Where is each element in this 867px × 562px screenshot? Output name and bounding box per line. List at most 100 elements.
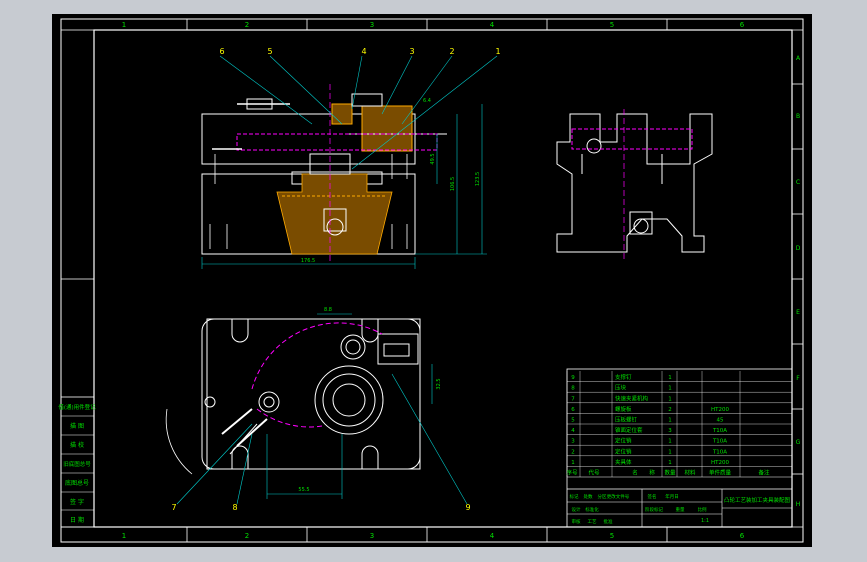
parts-cell-no: 4 — [571, 428, 575, 434]
left-panel-cell-6: 日 期 — [70, 516, 84, 524]
drawing-title: 凸轮工艺装加工夹具装配图 — [724, 496, 791, 504]
zone-row-B: B — [796, 113, 800, 120]
parts-header-cell: 材料 — [684, 469, 696, 477]
zone-row-H: H — [796, 501, 801, 508]
left-panel-cell-1: 描 图 — [70, 422, 84, 430]
parts-header-cell: 代号 — [588, 469, 600, 477]
title-block-cell: 审核 — [572, 518, 581, 525]
zone-col-2-top: 2 — [245, 21, 249, 29]
parts-cell-qty: 1 — [668, 386, 672, 392]
parts-row: 5 压板螺钉 1 45 — [567, 416, 792, 425]
callout-5: 5 — [267, 47, 272, 56]
callout-3: 3 — [409, 47, 414, 56]
zone-col-4-top: 4 — [490, 21, 495, 29]
zone-col-5-bottom: 5 — [610, 532, 614, 540]
parts-header-cell: 名 — [632, 469, 638, 477]
parts-row: 2 定位销 1 T10A — [567, 447, 792, 456]
title-block-cell: 标准化 — [585, 506, 599, 513]
zone-col-1-bottom: 1 — [122, 532, 126, 540]
plan-view — [165, 318, 421, 475]
hatched-body-section — [276, 173, 393, 255]
leaders-top — [219, 55, 498, 170]
parts-cell-no: 3 — [571, 439, 575, 445]
title-block: 凸轮工艺装加工夹具装配图 1:1 标记 处数 分区 更改文件号 签名 年月日设计 标准化 阶段… — [567, 488, 792, 527]
parts-cell-qty: 1 — [668, 449, 672, 455]
left-panel-cell-3: 旧底图总号 — [63, 460, 91, 468]
parts-header-cell: 序号 — [566, 469, 578, 477]
parts-cell-no: 6 — [571, 407, 575, 413]
dim-height-inner: 49.5 — [430, 153, 436, 164]
parts-row: 8 压块 1 — [567, 384, 792, 393]
parts-cell-name: 锥面定位套 — [615, 426, 643, 434]
zone-row-E: E — [796, 309, 800, 316]
left-panel: 借(通)用件登记 描 图 描 校 旧底图总号 底图总号 签 字 日 期 — [58, 278, 96, 528]
parts-row: 6 螺旋板 2 HT200 — [567, 405, 792, 414]
callout-7: 7 — [171, 503, 176, 512]
parts-header-cell: 称 — [649, 469, 655, 477]
parts-row: 7 快速夹紧机构 1 — [567, 394, 792, 403]
dim-height-mid: 106.5 — [450, 177, 456, 191]
left-panel-cell-0: 借(通)用件登记 — [58, 403, 96, 411]
parts-cell-name: 压板螺钉 — [615, 416, 638, 424]
parts-cell-qty: 1 — [668, 396, 672, 402]
title-block-cell: 工艺 — [588, 519, 597, 525]
zone-col-2-bottom: 2 — [245, 532, 249, 540]
parts-cell-name: 夹具体 — [615, 458, 632, 466]
zone-row-G: G — [796, 439, 801, 446]
drawing-sheet: 1 2 3 4 5 6 1 2 3 4 5 6 A B C D E F G H — [52, 14, 812, 547]
title-block-cell: 分区 — [598, 493, 607, 500]
parts-cell-material: T10A — [712, 428, 727, 434]
parts-cell-name: 支撑钉 — [615, 373, 632, 381]
outer-border — [60, 18, 804, 543]
zone-col-3-bottom: 3 — [370, 532, 374, 540]
parts-cell-no: 5 — [571, 418, 575, 424]
parts-cell-name: 螺旋板 — [615, 405, 632, 413]
parts-cell-no: 7 — [571, 396, 575, 402]
callout-6: 6 — [219, 47, 224, 56]
parts-row: 1 夹具体 1 HT200 — [567, 458, 792, 467]
callout-9: 9 — [465, 503, 470, 512]
callout-8: 8 — [232, 503, 237, 512]
zone-col-4-bottom: 4 — [490, 532, 495, 540]
parts-cell-name: 压块 — [615, 384, 627, 392]
dim-plan-top: 8.8 — [324, 307, 332, 313]
drawing-viewport: 1 2 3 4 5 6 1 2 3 4 5 6 A B C D E F G H — [0, 0, 867, 562]
dim-small-top: 6.4 — [423, 98, 431, 104]
zone-col-6-bottom: 6 — [740, 532, 745, 540]
title-block-cell: 处数 — [584, 493, 593, 500]
leaders-bottom — [176, 373, 468, 505]
zone-row-A: A — [796, 55, 801, 62]
zone-col-5-top: 5 — [610, 21, 614, 29]
title-block-cell: 重量 — [676, 506, 685, 513]
zone-col-6-top: 6 — [740, 21, 745, 29]
parts-cell-qty: 2 — [668, 407, 672, 413]
title-block-cell: 比例 — [698, 506, 707, 513]
inner-border — [93, 29, 793, 528]
parts-cell-material: T10A — [712, 439, 727, 445]
dim-width-front: 176.5 — [301, 258, 315, 264]
side-view — [556, 109, 713, 259]
left-panel-cell-5: 签 字 — [70, 498, 84, 506]
parts-cell-no: 8 — [571, 386, 575, 392]
assembly-drawing: 1 2 3 4 5 6 1 2 3 4 5 6 A B C D E F G H — [58, 18, 804, 543]
parts-cell-name: 定位销 — [615, 447, 632, 455]
parts-row: 9 支撑钉 1 — [567, 373, 792, 382]
parts-header-row: 序号 代号 名 称 数量 材料 单件质量 备注 — [566, 469, 792, 478]
parts-cell-material: HT200 — [711, 460, 729, 466]
parts-cell-qty: 1 — [668, 375, 672, 381]
zone-row-C: C — [796, 179, 800, 186]
title-block-cell: 签名 — [648, 493, 657, 500]
zone-col-1-top: 1 — [122, 21, 126, 29]
callout-2: 2 — [449, 47, 454, 56]
parts-cell-name: 快速夹紧机构 — [615, 394, 649, 402]
parts-header-cell: 备注 — [758, 469, 770, 477]
zone-row-F: F — [796, 375, 800, 382]
dim-plan-width: 55.5 — [298, 487, 309, 493]
callout-4: 4 — [361, 47, 366, 56]
parts-cell-material: HT200 — [711, 407, 729, 413]
parts-cell-qty: 1 — [668, 439, 672, 445]
title-block-cell: 标记 — [570, 493, 579, 500]
parts-cell-name: 定位销 — [615, 437, 632, 445]
plan-dimensions — [266, 313, 433, 499]
parts-cell-no: 2 — [571, 449, 575, 455]
